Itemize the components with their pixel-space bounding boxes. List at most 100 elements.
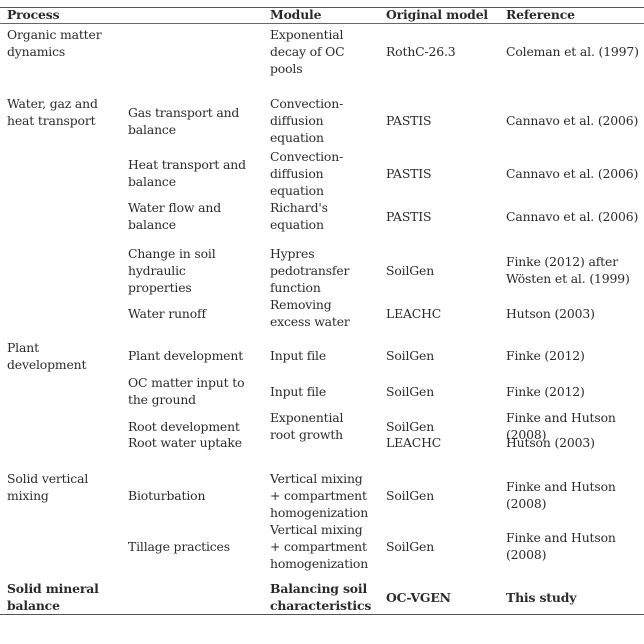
cell-original-model: SoilGen [386,418,502,435]
cell-module-line: Input file [270,384,327,399]
table-row: Water, gaz and heat transport Gas transpor… [0,95,644,148]
cell-module-line: + compartment [270,488,367,503]
cell-original-model-line: OC-VGEN [386,590,451,605]
cell-process-line: mixing [7,488,49,503]
cell-original-model: PASTIS [386,112,502,129]
cell-original-model: OC-VGEN [386,589,502,606]
cell-process-line: balance [7,598,60,613]
header-process: Process [7,7,60,22]
cell-original-model-line: SoilGen [386,263,435,278]
cell-submodule: Plant development [128,347,266,364]
cell-reference-line: Finke (2012) [506,384,585,399]
cell-module-line: diffusion [270,113,324,128]
cell-submodule-line: Tillage practices [128,539,230,554]
table-row: Tillage practices Vertical mixing + compar… [0,521,644,580]
cell-module-line: function [270,280,321,295]
cell-module-line: homogenization [270,505,369,520]
cell-module: Convection-diffusion equation [270,95,382,146]
cell-process: Solid mineral balance [7,580,122,614]
cell-reference: Cannavo et al. (2006) [506,112,644,129]
cell-module-line: Richard's [270,200,328,215]
cell-module: Convection-diffusion equation [270,148,382,199]
cell-submodule-line: Root development [128,419,240,434]
table-row: Root development Exponential root growth So… [0,409,644,442]
cell-submodule: Root water uptake [128,434,266,451]
cell-module: Removing excess water [270,296,382,330]
cell-module-line: Convection- [270,149,344,164]
cell-original-model-line: SoilGen [386,488,435,503]
cell-process: Plant development [7,339,122,373]
cell-original-model: RothC-26.3 [386,43,502,60]
cell-process: Water, gaz and heat transport [7,95,122,129]
cell-submodule: Root development [128,418,266,435]
cell-module-line: Balancing soil [270,581,368,596]
cell-reference-line: Coleman et al. (1997) [506,44,639,59]
cell-module: Hypres pedotransfer function [270,245,382,296]
cell-reference-line: Finke and Hutson [506,479,616,494]
cell-reference-line: Finke (2012) after [506,254,618,269]
cell-module: Input file [270,383,382,400]
cell-process-line: dynamics [7,44,66,59]
cell-module-line: Exponential [270,27,344,42]
cell-submodule: Change in soil hydraulic properties [128,245,266,296]
cell-module-line: Vertical mixing [270,522,363,537]
cell-reference: Cannavo et al. (2006) [506,165,644,182]
cell-module: Vertical mixing + compartment homogenizati… [270,470,382,521]
cell-module: Richard's equation [270,199,382,233]
cell-process-line: Organic matter [7,27,102,42]
cell-reference-line: Wösten et al. (1999) [506,271,630,286]
cell-original-model: PASTIS [386,165,502,182]
table-body: Organic matter dynamics Exponential decay o… [0,24,644,614]
table-row: Water flow and balance Richard's equation PA… [0,199,644,245]
cell-module-line: characteristics [270,598,372,613]
cell-reference: Hutson (2003) [506,305,644,322]
cell-process: Organic matter dynamics [7,26,122,60]
cell-submodule-line: Water runoff [128,306,206,321]
cell-process-line: Solid mineral [7,581,99,596]
cell-submodule: Heat transport and balance [128,156,266,190]
cell-module-line: pools [270,61,303,76]
cell-submodule-line: the ground [128,392,196,407]
cell-process-line: development [7,357,87,372]
header-module: Module [270,7,322,22]
cell-reference: This study [506,589,644,606]
cell-module-line: + compartment [270,539,367,554]
cell-original-model: LEACHC [386,305,502,322]
cell-submodule-line: Bioturbation [128,488,206,503]
cell-module-line: Input file [270,348,327,363]
cell-module-line: excess water [270,314,350,329]
cell-reference-line: This study [506,590,577,605]
cell-module-line: equation [270,183,324,198]
header-original-model: Original model [386,7,488,22]
cell-reference: Finke (2012) [506,383,644,400]
cell-original-model-line: PASTIS [386,166,432,181]
cell-module: Balancing soil characteristics [270,580,382,614]
cell-reference: Finke and Hutson (2008) [506,478,644,512]
cell-reference-line: (2008) [506,496,547,511]
cell-submodule-line: hydraulic [128,263,186,278]
cell-submodule: Bioturbation [128,487,266,504]
cell-submodule-line: balance [128,122,176,137]
cell-module-line: pedotransfer [270,263,350,278]
cell-submodule: OC matter input to the ground [128,374,266,408]
cell-original-model: SoilGen [386,487,502,504]
table-row: Heat transport and balance Convection-diff… [0,148,644,199]
table-row: OC matter input to the ground Input file So… [0,374,644,409]
cell-submodule: Water flow and balance [128,199,266,233]
cell-reference: Finke (2012) [506,347,644,364]
cell-original-model-line: SoilGen [386,539,435,554]
cell-reference-line: Hutson (2003) [506,435,595,450]
cell-original-model: SoilGen [386,383,502,400]
cell-submodule-line: balance [128,174,176,189]
table-row: Root water uptake LEACHC Hutson (2003) [0,434,644,470]
cell-module-line: Vertical mixing [270,471,363,486]
table-row: Water runoff Removing excess water LEACHC Hu… [0,296,644,339]
cell-module-line: Hypres [270,246,315,261]
cell-module-line: Removing [270,297,332,312]
cell-reference-line: Cannavo et al. (2006) [506,166,639,181]
cell-original-model-line: SoilGen [386,419,435,434]
cell-original-model-line: LEACHC [386,306,442,321]
table-row: Organic matter dynamics Exponential decay o… [0,26,644,95]
cell-module-line: Exponential [270,410,344,425]
cell-reference: Hutson (2003) [506,434,644,451]
